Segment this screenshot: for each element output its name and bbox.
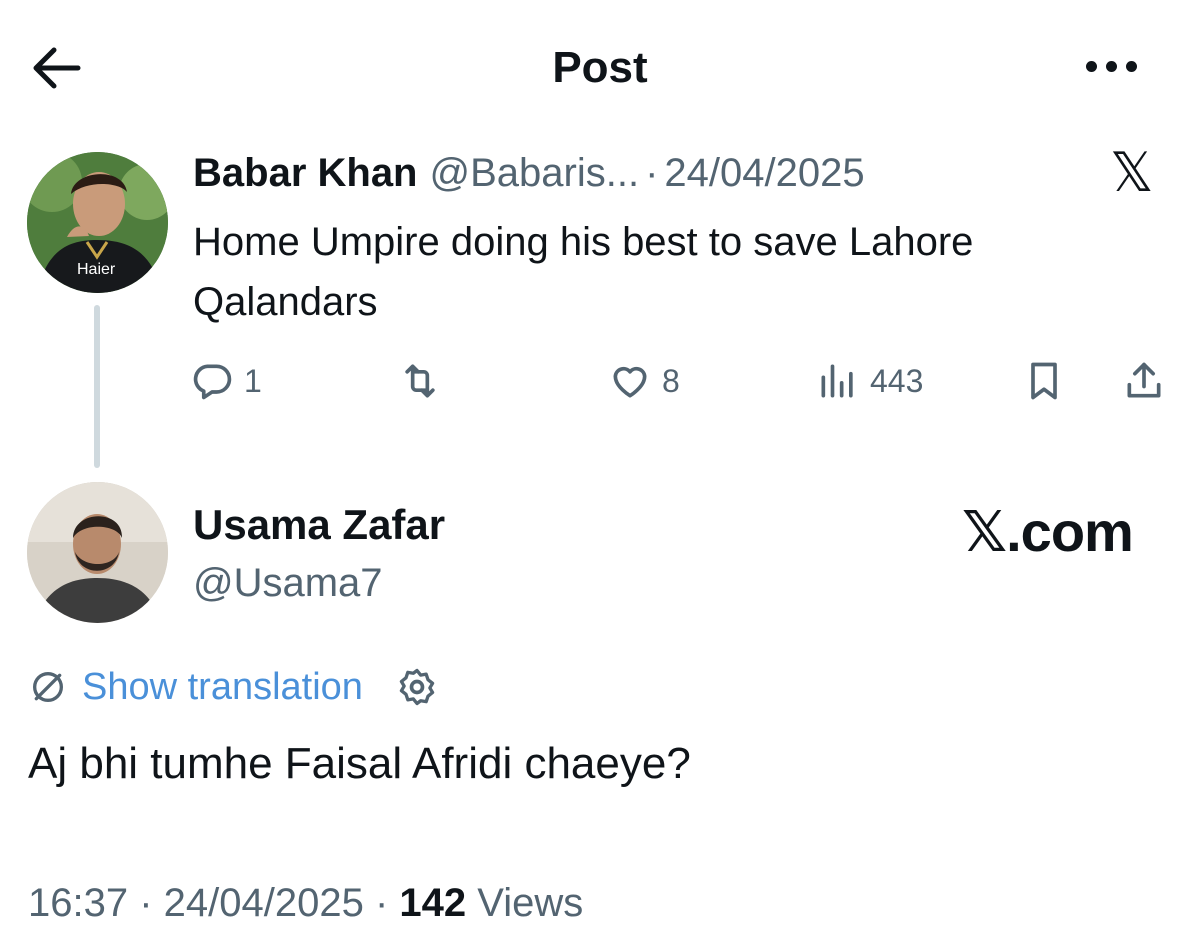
author-name[interactable]: Babar Khan — [193, 150, 418, 196]
more-dots-icon — [1086, 61, 1097, 72]
quoted-author-row: Babar Khan @Babaris... · 24/04/2025 — [193, 150, 865, 196]
gear-icon[interactable] — [395, 665, 439, 709]
views-count[interactable]: 142 — [399, 881, 466, 925]
more-options-button[interactable] — [1080, 52, 1150, 82]
post-date[interactable]: 24/04/2025 — [664, 150, 864, 196]
reply-author-handle[interactable]: @Usama7 — [193, 558, 383, 608]
more-dot — [1106, 61, 1117, 72]
share-button[interactable] — [1122, 356, 1166, 406]
quoted-post-text: Home Umpire doing his best to save Lahor… — [193, 220, 974, 324]
bookmark-button[interactable] — [1022, 356, 1066, 406]
reply-author-name[interactable]: Usama Zafar — [193, 500, 445, 550]
share-icon — [1127, 362, 1161, 398]
separator-dot: · — [645, 151, 659, 195]
post-date[interactable]: 24/04/2025 — [164, 881, 364, 925]
avatar[interactable]: Haier — [27, 152, 168, 293]
retweet-icon — [405, 364, 435, 398]
views-button[interactable]: 443 — [816, 356, 923, 406]
bookmark-icon — [1031, 362, 1057, 400]
views-chart-icon — [821, 364, 853, 398]
page-title: Post — [552, 43, 648, 92]
like-button[interactable]: 8 — [608, 356, 680, 406]
avatar-photo: Haier — [27, 152, 168, 293]
avatar[interactable] — [27, 482, 168, 623]
reply-count: 1 — [244, 362, 262, 399]
x-watermark: 𝕏.com — [962, 500, 1134, 563]
reply-icon — [193, 364, 232, 400]
separator-dot: · — [128, 881, 164, 925]
more-dot — [1126, 61, 1137, 72]
separator-dot: · — [363, 881, 400, 925]
show-translation-link[interactable]: Show translation — [82, 666, 363, 709]
translate-row: Show translation — [28, 662, 439, 712]
like-count: 8 — [662, 362, 680, 399]
retweet-button[interactable] — [398, 356, 452, 406]
reply-button[interactable]: 1 — [190, 356, 262, 406]
post-time[interactable]: 16:37 — [28, 881, 128, 925]
avatar-shirt-text: Haier — [77, 261, 116, 278]
thread-line — [94, 305, 100, 468]
translate-slash-icon — [33, 672, 63, 702]
avatar-photo — [27, 482, 168, 623]
post-meta: 16:37 · 24/04/2025 · 142 Views — [28, 876, 583, 930]
x-logo-icon: 𝕏 — [1110, 143, 1154, 203]
author-handle[interactable]: @Babaris... — [430, 150, 640, 196]
reply-post-text: Aj bhi tumhe Faisal Afridi chaeye? — [28, 739, 691, 788]
heart-icon — [613, 366, 647, 398]
views-count: 443 — [870, 362, 924, 399]
views-label: Views — [477, 881, 584, 925]
